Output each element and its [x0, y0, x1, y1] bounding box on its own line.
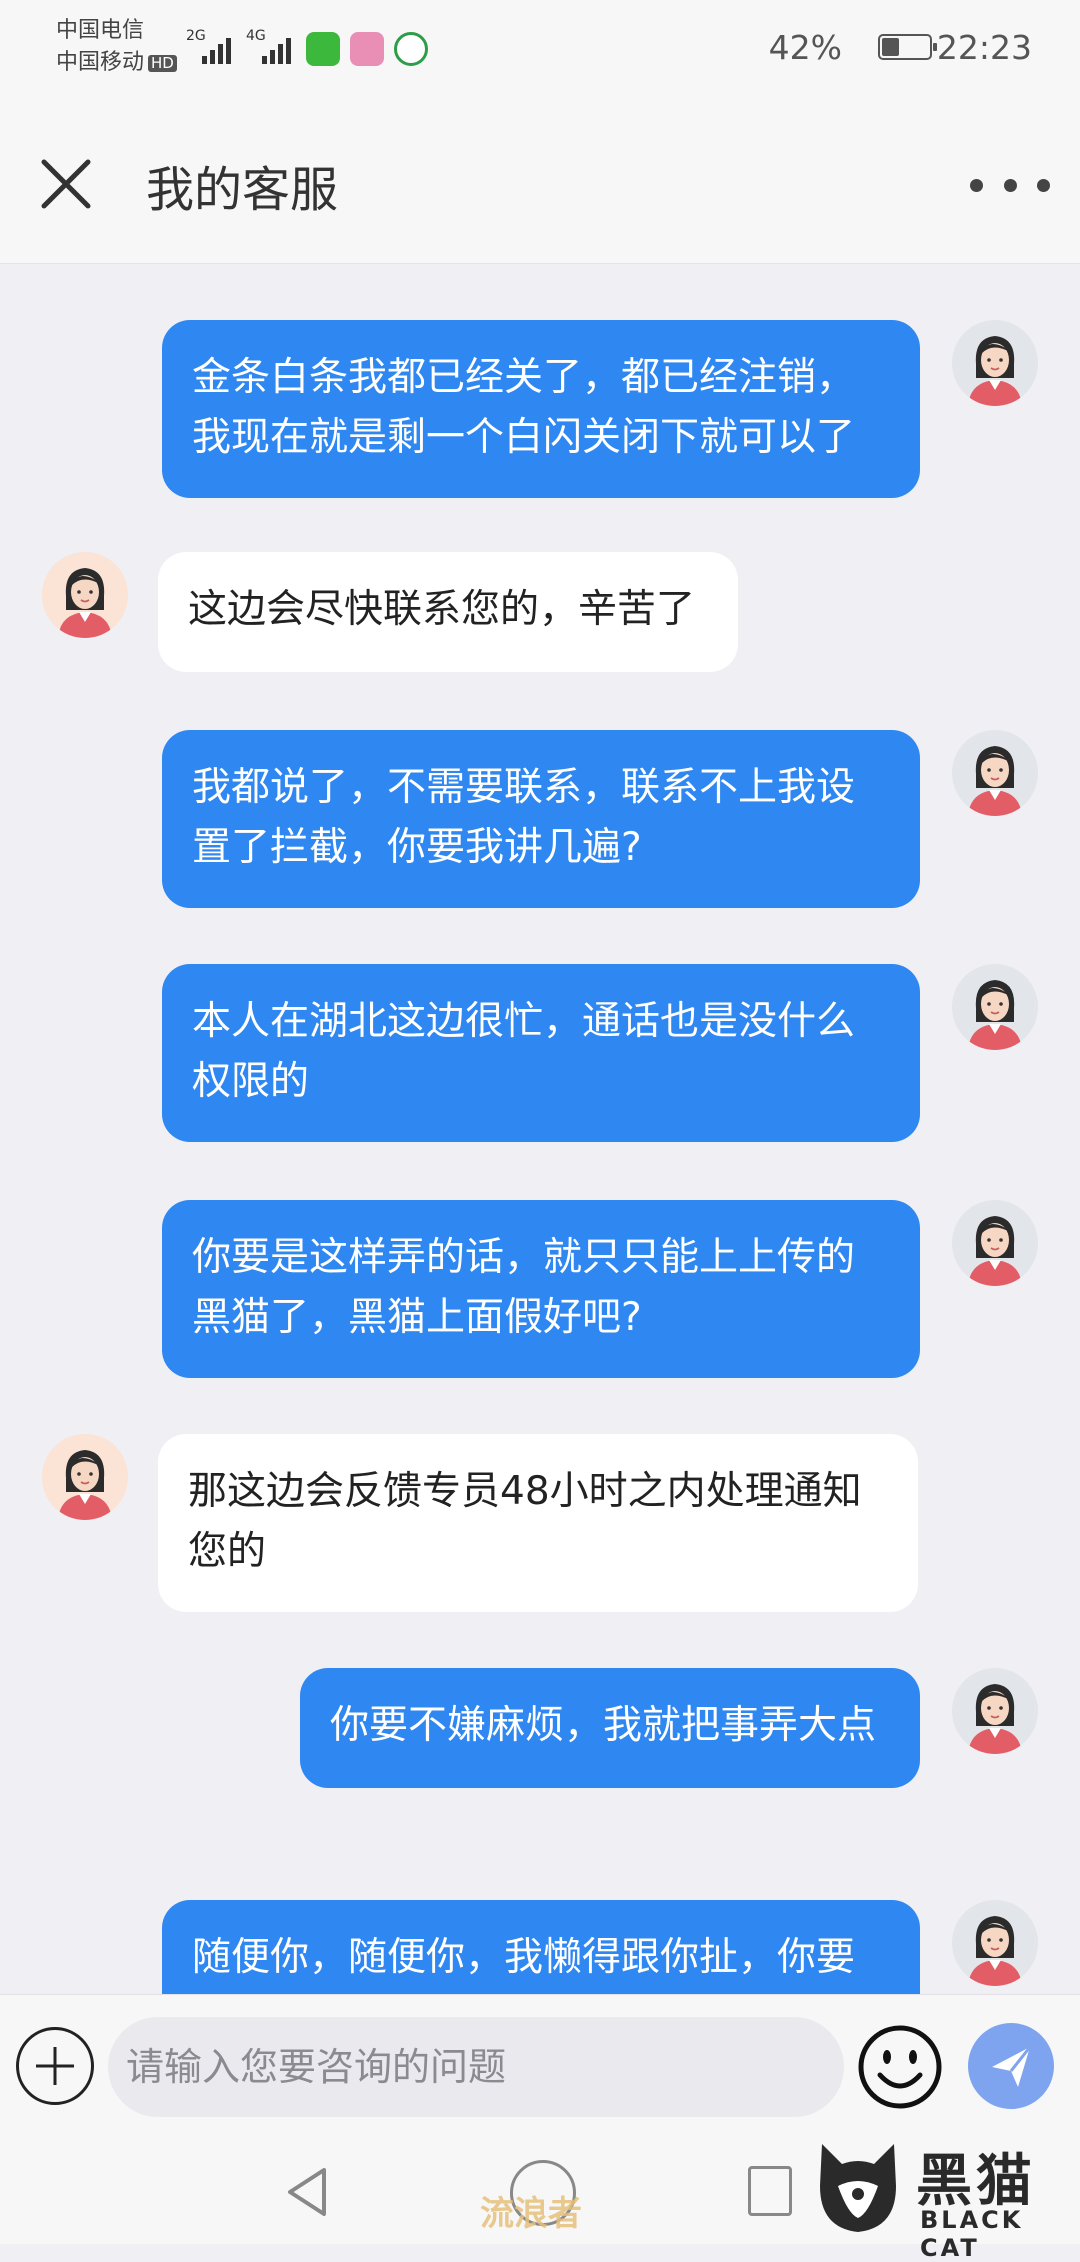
nav-recent-apps-icon[interactable]	[748, 2166, 792, 2216]
message-bubble[interactable]: 你要不嫌麻烦，我就把事弄大点	[300, 1668, 920, 1788]
message-bubble[interactable]: 这边会尽快联系您的，辛苦了	[158, 552, 738, 672]
add-attachment-button[interactable]	[16, 2027, 94, 2105]
user-message: 金条白条我都已经关了，都已经注销，我现在就是剩一个白闪关闭下就可以了	[0, 320, 1080, 498]
chat-message-list[interactable]: 金条白条我都已经关了，都已经注销，我现在就是剩一个白闪关闭下就可以了这边会尽快联…	[0, 264, 1080, 1994]
signal-icon-2: 4G	[246, 24, 298, 64]
user-avatar[interactable]	[952, 1668, 1038, 1754]
battery-icon	[878, 34, 937, 60]
battery-percent: 42%	[768, 28, 842, 67]
hd-badge: HD	[148, 54, 177, 72]
signal-icon-1: 2G	[186, 24, 238, 64]
agent-message: 那这边会反馈专员48小时之内处理通知您的	[0, 1434, 1080, 1612]
carrier-2-label: 中国移动	[56, 50, 145, 75]
watermark-text: 流浪者	[480, 2194, 582, 2234]
message-bubble[interactable]: 那这边会反馈专员48小时之内处理通知您的	[158, 1434, 918, 1612]
user-message: 我都说了，不需要联系，联系不上我设置了拦截，你要我讲几遍?	[0, 730, 1080, 908]
input-bar	[0, 1994, 1080, 2145]
agent-avatar[interactable]	[42, 552, 128, 638]
message-bubble[interactable]: 金条白条我都已经关了，都已经注销，我现在就是剩一个白闪关闭下就可以了	[162, 320, 920, 498]
emoji-icon[interactable]	[856, 2023, 944, 2111]
user-message: 随便你，随便你，我懒得跟你扯，你要是不给我关闭，我反正直接上传黑猫	[0, 1900, 1080, 1994]
user-avatar[interactable]	[952, 1900, 1038, 1986]
user-avatar[interactable]	[952, 730, 1038, 816]
message-bubble[interactable]: 随便你，随便你，我懒得跟你扯，你要是不给我关闭，我反正直接上传黑猫	[162, 1900, 920, 1994]
message-input[interactable]	[108, 2017, 844, 2117]
user-avatar[interactable]	[952, 320, 1038, 406]
iqiyi-app-icon	[306, 32, 340, 66]
carrier-1: 中国电信	[56, 18, 145, 43]
black-cat-watermark-logo: 黑猫 BLACK CAT	[804, 2128, 1080, 2262]
nav-back-icon[interactable]	[278, 2162, 338, 2222]
agent-message: 这边会尽快联系您的，辛苦了	[0, 552, 1080, 672]
send-icon	[992, 2046, 1032, 2087]
user-avatar[interactable]	[952, 1200, 1038, 1286]
clock: 22:23	[936, 28, 1032, 67]
user-message: 你要是这样弄的话，就只只能上上传的黑猫了，黑猫上面假好吧?	[0, 1200, 1080, 1378]
app-icon-circle	[394, 32, 428, 66]
agent-avatar[interactable]	[42, 1434, 128, 1520]
status-bar: 中国电信 中国移动 HD 2G 4G 42% 22:23	[0, 0, 1080, 100]
watermark-logo-en: BLACK CAT	[920, 2206, 1024, 2262]
chat-header: 我的客服	[0, 100, 1080, 264]
message-bubble[interactable]: 我都说了，不需要联系，联系不上我设置了拦截，你要我讲几遍?	[162, 730, 920, 908]
watermark-logo-cn: 黑猫	[916, 2149, 1036, 2214]
user-message: 本人在湖北这边很忙，通话也是没什么权限的	[0, 964, 1080, 1142]
send-button[interactable]	[968, 2023, 1054, 2109]
user-avatar[interactable]	[952, 964, 1038, 1050]
message-bubble[interactable]: 本人在湖北这边很忙，通话也是没什么权限的	[162, 964, 920, 1142]
close-icon[interactable]	[34, 152, 98, 216]
carrier-2: 中国移动 HD	[56, 48, 177, 78]
user-message: 你要不嫌麻烦，我就把事弄大点	[0, 1668, 1080, 1788]
black-cat-icon	[820, 2144, 896, 2232]
more-options-icon[interactable]	[970, 160, 1050, 210]
message-bubble[interactable]: 你要是这样弄的话，就只只能上上传的黑猫了，黑猫上面假好吧?	[162, 1200, 920, 1378]
page-title: 我的客服	[146, 162, 339, 218]
app-icon-pink	[350, 32, 384, 66]
